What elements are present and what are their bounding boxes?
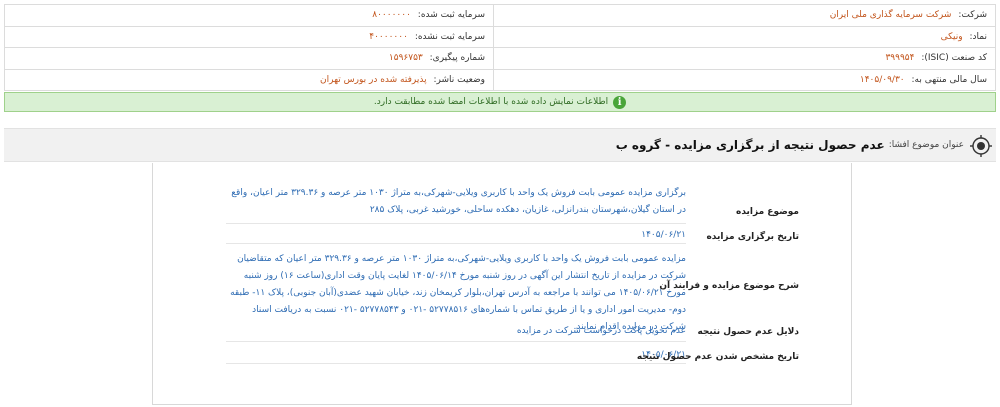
tracking-label: شماره پیگیری: [429, 53, 485, 64]
alert-text: اطلاعات نمایش داده شده با اطلاعات امضا ش… [373, 97, 609, 107]
target-icon [970, 135, 992, 157]
symbol-cell: نماد: ونیکی [493, 25, 996, 48]
result-date-label: تاریخ مشخص شدن عدم حصول نتیجه [636, 352, 799, 362]
symbol-label: نماد: [969, 31, 988, 42]
auction-date-value: ۱۴۰۵/۰۶/۲۱ [641, 230, 686, 240]
reason-label: دلایل عدم حصول نتیجه [697, 327, 799, 337]
info-row-3: کد صنعت (ISIC): ۳۹۹۹۵۴ شماره پیگیری: ۱۵۹… [4, 47, 996, 70]
subject-title: عدم حصول نتیجه از برگزاری مزایده - گروه … [615, 138, 885, 152]
fiscal-cell: سال مالی منتهی به: ۱۴۰۵/۰۹/۳۰ [493, 68, 996, 91]
status-label: وضعیت ناشر: [433, 74, 485, 85]
verification-alert: i اطلاعات نمایش داده شده با اطلاعات امضا… [4, 92, 996, 112]
description-label: شرح موضوع مزایده و فرایند آن [659, 281, 799, 291]
symbol-value: ونیکی [940, 31, 963, 42]
status-cell: وضعیت ناشر: پذیرفته شده در بورس تهران [4, 68, 494, 91]
reason-value: عدم تحویل پاکت درخواست شرکت در مزایده [516, 326, 686, 336]
row-divider [226, 363, 686, 364]
subject-bar: عنوان موضوع افشا: عدم حصول نتیجه از برگز… [4, 128, 996, 162]
auction-subject-value: برگزاری مزایده عمومی بابت فروش یک واحد ب… [231, 188, 686, 215]
result-date-value: ۱۴۰۵/۰۶/۲۱ [641, 350, 686, 360]
info-row-2: نماد: ونیکی سرمایه ثبت نشده: ۴۰۰۰۰۰۰۰ [4, 25, 996, 48]
tracking-cell: شماره پیگیری: ۱۵۹۶۷۵۳ [4, 47, 494, 70]
info-row-1: شرکت: شرکت سرمایه گذاری ملی ایران سرمایه… [4, 4, 996, 27]
row-divider [226, 341, 686, 342]
fiscal-value: ۱۴۰۵/۰۹/۳۰ [859, 74, 905, 85]
unregistered-capital-label: سرمایه ثبت نشده: [414, 31, 485, 42]
auction-date-row: ۱۴۰۵/۰۶/۲۱ تاریخ برگزاری مزایده [151, 225, 851, 247]
company-value: شرکت سرمایه گذاری ملی ایران [829, 10, 952, 21]
isic-label: کد صنعت (ISIC): [921, 53, 987, 64]
row-divider [226, 223, 686, 224]
unregistered-capital-cell: سرمایه ثبت نشده: ۴۰۰۰۰۰۰۰ [4, 25, 494, 48]
company-label: شرکت: [958, 10, 987, 21]
tracking-value: ۱۵۹۶۷۵۳ [388, 53, 423, 64]
company-cell: شرکت: شرکت سرمایه گذاری ملی ایران [493, 4, 996, 27]
status-value: پذیرفته شده در بورس تهران [320, 74, 427, 85]
details-panel: برگزاری مزایده عمومی بابت فروش یک واحد ب… [152, 163, 852, 405]
auction-date-label: تاریخ برگزاری مزایده [706, 232, 799, 242]
info-icon: i [613, 95, 627, 109]
registered-capital-value: ۸۰۰۰۰۰۰۰ [372, 10, 411, 21]
registered-capital-label: سرمایه ثبت شده: [417, 10, 485, 21]
row-divider [226, 243, 686, 244]
fiscal-label: سال مالی منتهی به: [911, 74, 987, 85]
isic-value: ۳۹۹۹۵۴ [885, 53, 915, 64]
isic-cell: کد صنعت (ISIC): ۳۹۹۹۵۴ [493, 47, 996, 70]
reason-row: عدم تحویل پاکت درخواست شرکت در مزایده دل… [151, 323, 851, 345]
info-row-4: سال مالی منتهی به: ۱۴۰۵/۰۹/۳۰ وضعیت ناشر… [4, 68, 996, 91]
auction-subject-label: موضوع مزایده [736, 207, 799, 217]
subject-label: عنوان موضوع افشا: [888, 140, 964, 150]
company-info-table: شرکت: شرکت سرمایه گذاری ملی ایران سرمایه… [4, 4, 996, 91]
registered-capital-cell: سرمایه ثبت شده: ۸۰۰۰۰۰۰۰ [4, 4, 494, 27]
auction-subject-row: برگزاری مزایده عمومی بابت فروش یک واحد ب… [151, 185, 851, 225]
result-date-row: ۱۴۰۵/۰۶/۲۱ تاریخ مشخص شدن عدم حصول نتیجه [151, 345, 851, 367]
unregistered-capital-value: ۴۰۰۰۰۰۰۰ [369, 31, 408, 42]
